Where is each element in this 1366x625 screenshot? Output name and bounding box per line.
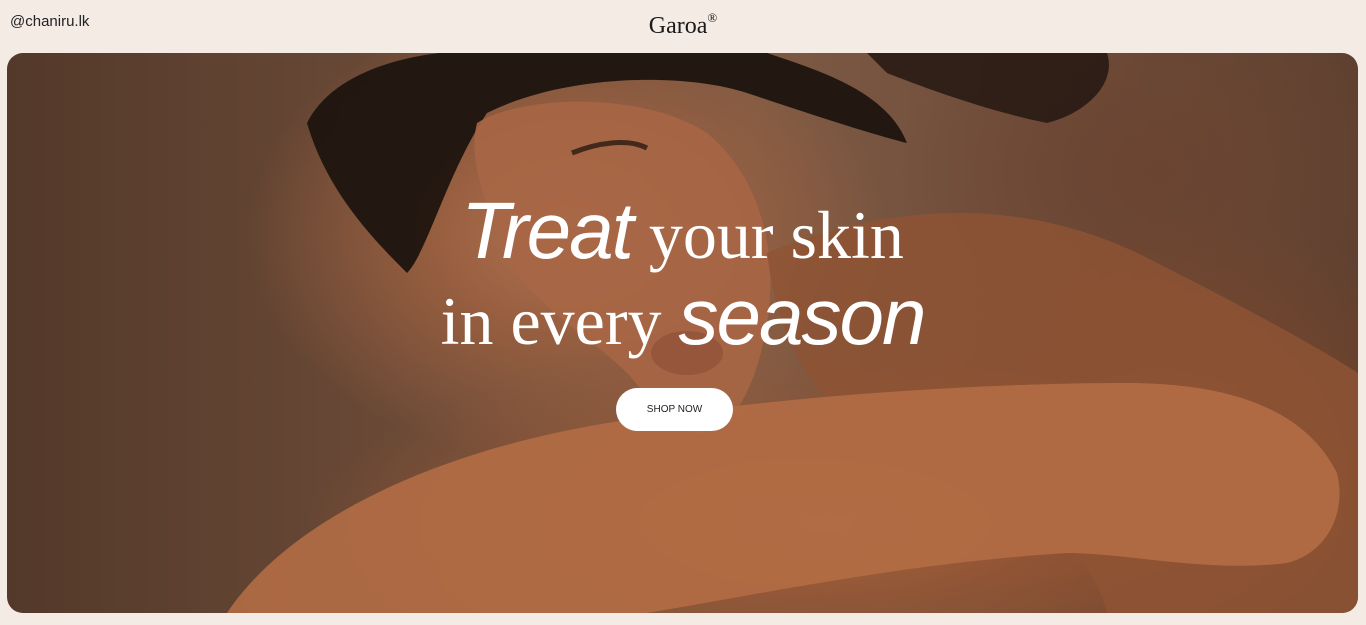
headline-emphasis-season: season — [678, 272, 926, 361]
registered-mark: ® — [707, 10, 718, 25]
headline-text-your-skin: your skin — [631, 197, 904, 273]
headline-text-in-every: in every — [440, 283, 679, 359]
shop-now-button[interactable]: SHOP NOW — [616, 388, 733, 431]
hero-banner: Treat your skin in every season SHOP NOW — [7, 53, 1358, 613]
headline-emphasis-treat: Treat — [461, 186, 634, 275]
brand-logo[interactable]: Garoa® — [0, 10, 1366, 40]
top-bar: @chaniru.lk Garoa® — [0, 0, 1366, 53]
hero-headline: Treat your skin in every season — [7, 191, 1358, 357]
brand-name: Garoa — [648, 13, 708, 39]
headline-line-2: in every season — [7, 277, 1358, 357]
headline-line-1: Treat your skin — [7, 191, 1358, 271]
